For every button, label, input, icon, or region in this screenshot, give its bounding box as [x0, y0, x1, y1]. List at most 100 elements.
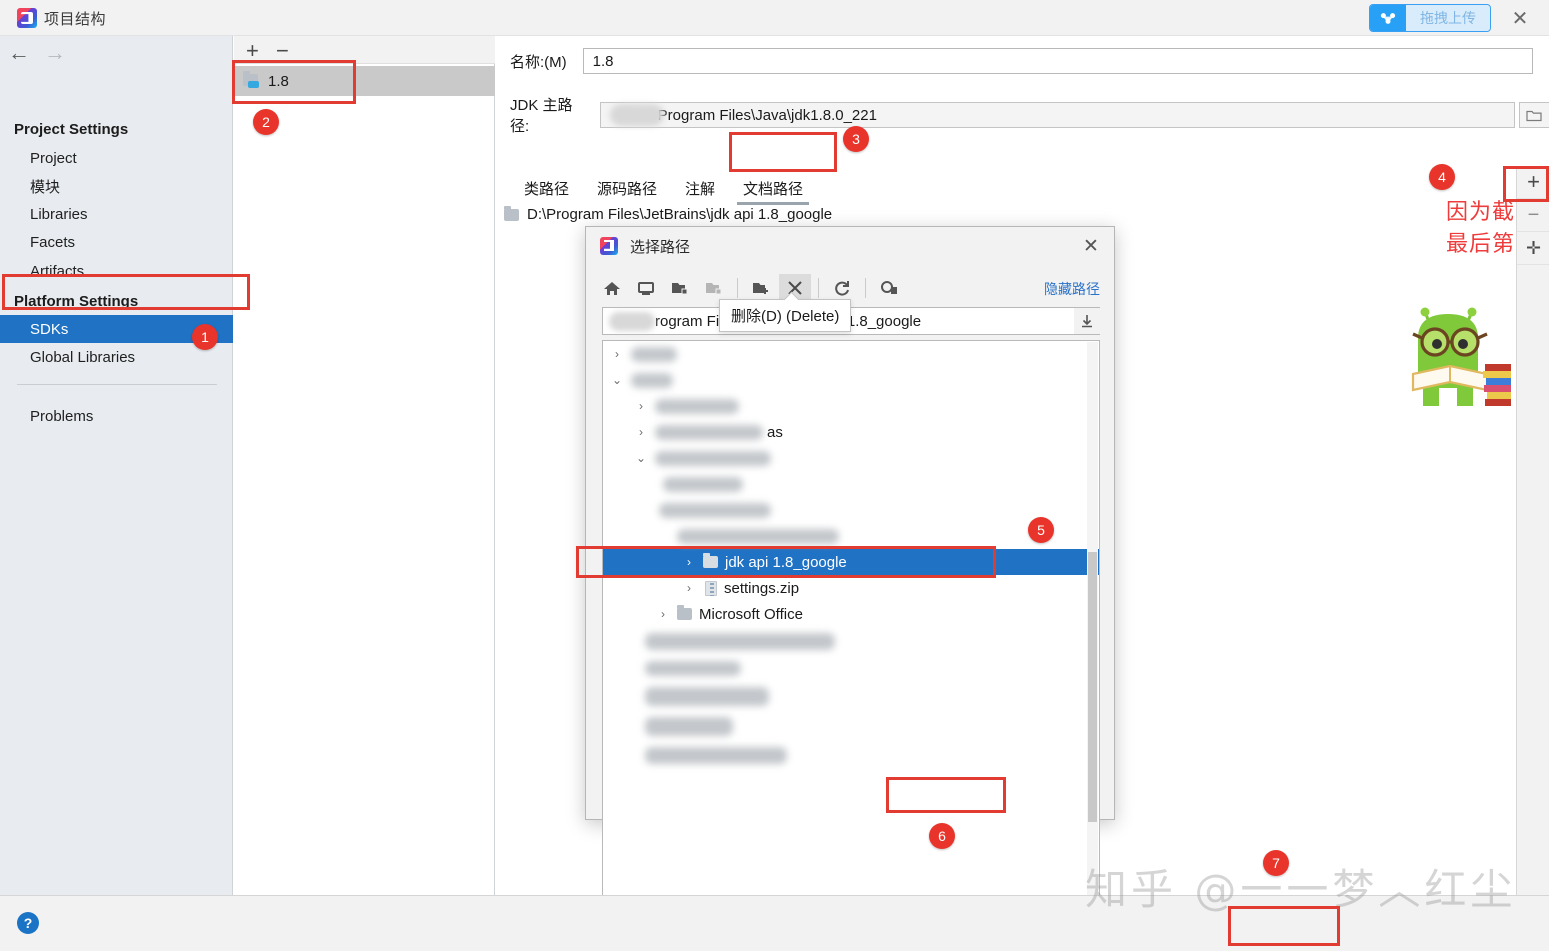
chevron-down-icon[interactable]: ⌄ [609, 373, 625, 387]
tree-row-settings-zip[interactable]: › settings.zip [603, 575, 1099, 601]
jdk-home-input[interactable]: Program Files\Java\jdk1.8.0_221 [599, 102, 1515, 128]
desktop-icon[interactable] [630, 274, 662, 302]
baidu-netdisk-icon [1370, 5, 1406, 31]
tab-annotations[interactable]: 注解 [671, 174, 729, 207]
add-sdk-button[interactable]: + [246, 38, 259, 64]
redacted-label [631, 346, 677, 362]
chevron-right-icon[interactable]: › [609, 347, 625, 361]
delete-tooltip: 删除(D) (Delete) [719, 299, 852, 332]
tree-row[interactable]: › [603, 393, 1099, 419]
step-badge-6: 6 [929, 823, 955, 849]
tab-sourcepath[interactable]: 源码路径 [583, 174, 671, 207]
chevron-down-icon[interactable]: ⌄ [633, 451, 649, 465]
jdk-home-value: Program Files\Java\jdk1.8.0_221 [657, 106, 877, 124]
sidebar-item-problems[interactable]: Problems [0, 402, 233, 430]
tree-row-label: jdk api 1.8_google [725, 553, 847, 571]
jdk-folder-icon [243, 71, 260, 88]
tree-scrollbar-thumb[interactable] [1088, 552, 1097, 822]
sidebar-item-modules[interactable]: 模块 [0, 172, 233, 200]
tree-row[interactable] [603, 681, 1099, 711]
redacted-path-prefix [609, 104, 664, 126]
module-folder-icon [698, 274, 730, 302]
redacted-label [645, 746, 787, 764]
sidebar-item-facets[interactable]: Facets [0, 228, 233, 256]
redacted-label [655, 398, 739, 414]
close-icon[interactable]: ✕ [1507, 7, 1533, 30]
redacted-label [645, 632, 835, 650]
show-hidden-icon[interactable] [873, 274, 905, 302]
path-history-icon[interactable] [1074, 308, 1100, 334]
tree-row[interactable]: › as [603, 419, 1099, 445]
jdk-home-browse-button[interactable] [1518, 102, 1549, 128]
mascot-illustration [1393, 298, 1511, 416]
redacted-label [677, 528, 839, 544]
sidebar-item-libraries[interactable]: Libraries [0, 200, 233, 228]
tree-scrollbar[interactable] [1087, 342, 1098, 951]
help-button[interactable]: ? [17, 912, 39, 934]
nav-arrows: ← → [8, 42, 66, 64]
sidebar-item-artifacts[interactable]: Artifacts [0, 257, 233, 285]
title-bar: 项目结构 拖拽上传 ✕ [0, 0, 1549, 36]
chevron-right-icon[interactable]: › [681, 555, 697, 569]
redacted-path-prefix [609, 311, 655, 331]
sidebar-item-project[interactable]: Project [0, 144, 233, 172]
sidebar-group-project-settings: Project Settings [14, 121, 129, 138]
tab-classpath[interactable]: 类路径 [510, 174, 583, 207]
redacted-label [645, 686, 769, 706]
sdk-list-panel: + − 1.8 [234, 36, 495, 895]
dialog-title: 选择路径 [630, 238, 691, 256]
tree-row-jdk-api[interactable]: › jdk api 1.8_google [603, 549, 1099, 575]
doc-path-value: D:\Program Files\JetBrains\jdk api 1.8_g… [527, 206, 833, 223]
jdk-home-row: JDK 主路径: Program Files\Java\jdk1.8.0_221 [510, 94, 1549, 136]
tree-row[interactable]: ⌄ [603, 445, 1099, 471]
jdk-home-label: JDK 主路径: [510, 97, 573, 135]
tree-row-microsoft-office[interactable]: › Microsoft Office [603, 601, 1099, 627]
folder-icon [703, 553, 718, 568]
tree-row[interactable] [603, 711, 1099, 741]
toolbar-divider [737, 278, 738, 298]
chevron-right-icon[interactable]: › [633, 425, 649, 439]
refresh-icon[interactable] [826, 274, 858, 302]
sdk-name-label: 名称:(M) [510, 53, 567, 71]
dialog-title-bar: 选择路径 ✕ [586, 227, 1114, 265]
folder-icon [504, 205, 519, 221]
zip-file-icon [705, 580, 717, 596]
redacted-label [655, 450, 771, 466]
back-arrow-icon[interactable]: ← [8, 42, 30, 64]
tree-row[interactable] [603, 471, 1099, 497]
chevron-right-icon[interactable]: › [681, 581, 697, 595]
sidebar-divider [17, 384, 217, 385]
remove-sdk-button[interactable]: − [276, 38, 289, 64]
sdk-name-input[interactable]: 1.8 [582, 48, 1533, 74]
sidebar-group-platform-settings: Platform Settings [14, 293, 139, 310]
app-window: 项目结构 拖拽上传 ✕ ← → Project Settings Platfor… [0, 0, 1549, 951]
add-doc-path-button[interactable]: + [1517, 166, 1549, 199]
dialog-close-icon[interactable]: ✕ [1078, 234, 1104, 258]
redacted-label [663, 476, 743, 492]
tree-row[interactable]: ⌄ [603, 367, 1099, 393]
project-folder-icon[interactable] [664, 274, 696, 302]
folder-icon [677, 605, 692, 620]
doc-path-row[interactable]: D:\Program Files\JetBrains\jdk api 1.8_g… [504, 205, 833, 223]
forward-arrow-icon[interactable]: → [44, 42, 66, 64]
tree-row[interactable] [603, 523, 1099, 549]
tree-row[interactable]: › [603, 341, 1099, 367]
tree-row[interactable] [603, 655, 1099, 681]
home-icon[interactable] [596, 274, 628, 302]
baidu-upload-button[interactable]: 拖拽上传 [1369, 4, 1491, 32]
sdk-name-row: 名称:(M) 1.8 [510, 48, 1540, 74]
remove-doc-path-button[interactable]: − [1517, 199, 1549, 232]
directory-tree[interactable]: › ⌄ › › as ⌄ › jdk api 1.8_google › sett… [602, 340, 1100, 951]
chevron-right-icon[interactable]: › [655, 607, 671, 621]
hide-path-link[interactable]: 隐藏路径 [1044, 279, 1100, 299]
baidu-upload-label: 拖拽上传 [1406, 5, 1490, 31]
tree-row-label: settings.zip [724, 579, 800, 597]
chevron-right-icon[interactable]: › [633, 399, 649, 413]
add-url-button[interactable]: ✛ [1517, 232, 1549, 265]
tree-row[interactable] [603, 497, 1099, 523]
tab-documentation-path[interactable]: 文档路径 [729, 174, 817, 207]
tree-row[interactable] [603, 627, 1099, 655]
tree-row[interactable] [603, 741, 1099, 769]
sdk-list-item-1-8[interactable]: 1.8 [234, 66, 495, 96]
new-folder-icon[interactable] [745, 274, 777, 302]
